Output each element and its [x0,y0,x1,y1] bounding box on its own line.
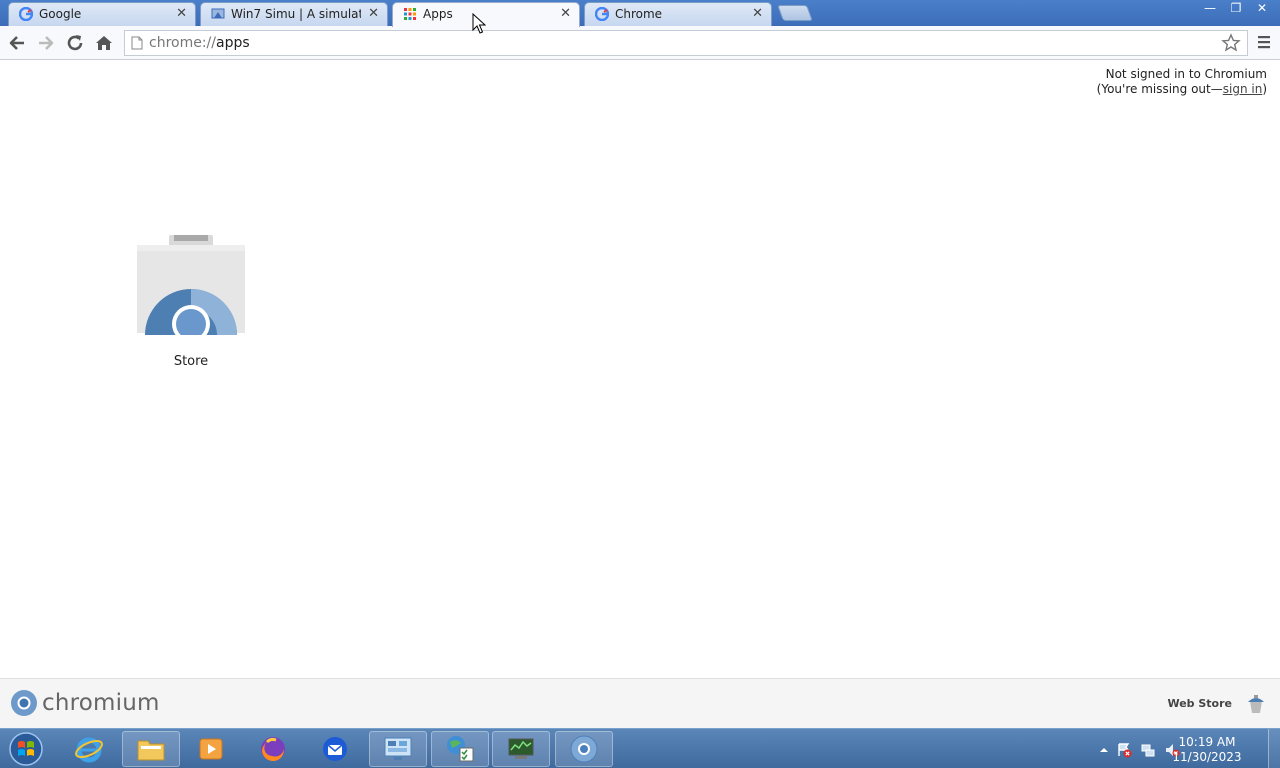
close-icon[interactable]: ✕ [560,6,571,21]
url-text: chrome://apps [149,35,250,51]
signin-prompt: (You're missing out—sign in) [1097,82,1267,97]
tab-apps[interactable]: Apps ✕ [392,2,580,27]
close-icon[interactable]: ✕ [752,6,763,21]
tab-title: Chrome [615,7,663,21]
taskbar-chromium[interactable] [555,731,613,767]
signin-status: Not signed in to Chromium [1105,67,1267,81]
win7simu-icon [211,8,225,19]
tab-title: Win7 Simu | A simulator of [231,7,361,21]
windows-taskbar: 10:19 AM 11/30/2023 [0,728,1280,768]
chromium-icon [570,735,598,763]
clock-time: 10:19 AM [1178,735,1236,749]
chromium-logo-icon [11,690,37,716]
app-store[interactable]: Store [131,231,251,369]
reload-icon[interactable] [64,32,86,54]
url-path: apps [216,35,250,51]
taskbar-thunderbird[interactable] [306,731,364,767]
tab-chrome[interactable]: Chrome ✕ [584,2,772,26]
apps-grid-icon [404,8,416,20]
network-icon[interactable] [1140,742,1156,758]
taskbar-firefox[interactable] [244,731,302,767]
apps-footer: chromium Web Store [0,678,1280,728]
clock-date: 11/30/2023 [1172,750,1242,764]
home-icon[interactable] [93,32,115,54]
signin-prefix: (You're missing out— [1096,82,1223,96]
taskbar-internet-explorer[interactable] [60,731,118,767]
taskbar-file-explorer[interactable] [122,731,180,767]
close-window-button[interactable]: ✕ [1254,0,1270,16]
apps-page: Not signed in to Chromium (You're missin… [0,61,1280,678]
close-icon[interactable]: ✕ [176,6,187,21]
trash-icon[interactable] [1246,693,1266,715]
address-bar[interactable]: chrome://apps [124,30,1248,56]
url-scheme: chrome:// [149,35,216,51]
forward-icon[interactable] [35,32,57,54]
back-icon[interactable] [6,32,28,54]
start-button-icon[interactable] [6,731,46,767]
signin-suffix: ) [1262,82,1267,96]
page-icon [131,36,143,50]
taskbar-media-player[interactable] [182,731,240,767]
show-hidden-icons-icon[interactable] [1096,742,1112,758]
firefox-icon [261,737,285,762]
tab-strip: Google ✕ Win7 Simu | A simulator of ✕ Ap… [0,0,1280,27]
taskbar-control-panel[interactable] [369,731,427,767]
close-icon[interactable]: ✕ [368,6,379,21]
show-desktop-button[interactable] [1268,729,1280,768]
system-tray: 10:19 AM 11/30/2023 [1090,729,1280,768]
tab-win7simu[interactable]: Win7 Simu | A simulator of ✕ [200,2,388,26]
google-icon [19,7,33,21]
maximize-button[interactable]: ❐ [1228,0,1244,16]
mouse-cursor-icon [472,13,486,34]
google-icon [595,7,609,21]
media-player-icon [199,738,223,760]
control-panel-icon [384,737,412,760]
chromium-brand: chromium [10,689,160,717]
monitor-icon [508,738,534,759]
tab-title: Google [39,7,82,21]
web-store-icon [131,235,251,343]
thunderbird-icon [323,737,347,761]
folder-icon [137,740,165,761]
web-store-link[interactable]: Web Store [1167,697,1232,710]
tab-title: Apps [423,7,453,21]
taskbar-monitor[interactable] [492,731,550,767]
network-globe-icon [447,736,474,762]
internet-explorer-icon [75,737,103,763]
menu-icon[interactable] [1256,34,1272,50]
tab-google[interactable]: Google ✕ [8,2,196,26]
window-controls: — ❐ ✕ [1202,0,1270,18]
minimize-button[interactable]: — [1202,0,1218,16]
bookmark-star-icon[interactable] [1221,33,1241,53]
taskbar-clock[interactable]: 10:19 AM 11/30/2023 [1172,735,1242,765]
signin-notice: Not signed in to Chromium (You're missin… [1097,67,1267,97]
browser-toolbar: chrome://apps [0,26,1280,60]
taskbar-network-tasks[interactable] [431,731,489,767]
sign-in-link[interactable]: sign in [1223,82,1263,96]
brand-text: chromium [42,690,160,716]
app-label: Store [173,354,209,369]
new-tab-button[interactable] [777,5,813,21]
action-center-icon[interactable] [1116,742,1132,758]
